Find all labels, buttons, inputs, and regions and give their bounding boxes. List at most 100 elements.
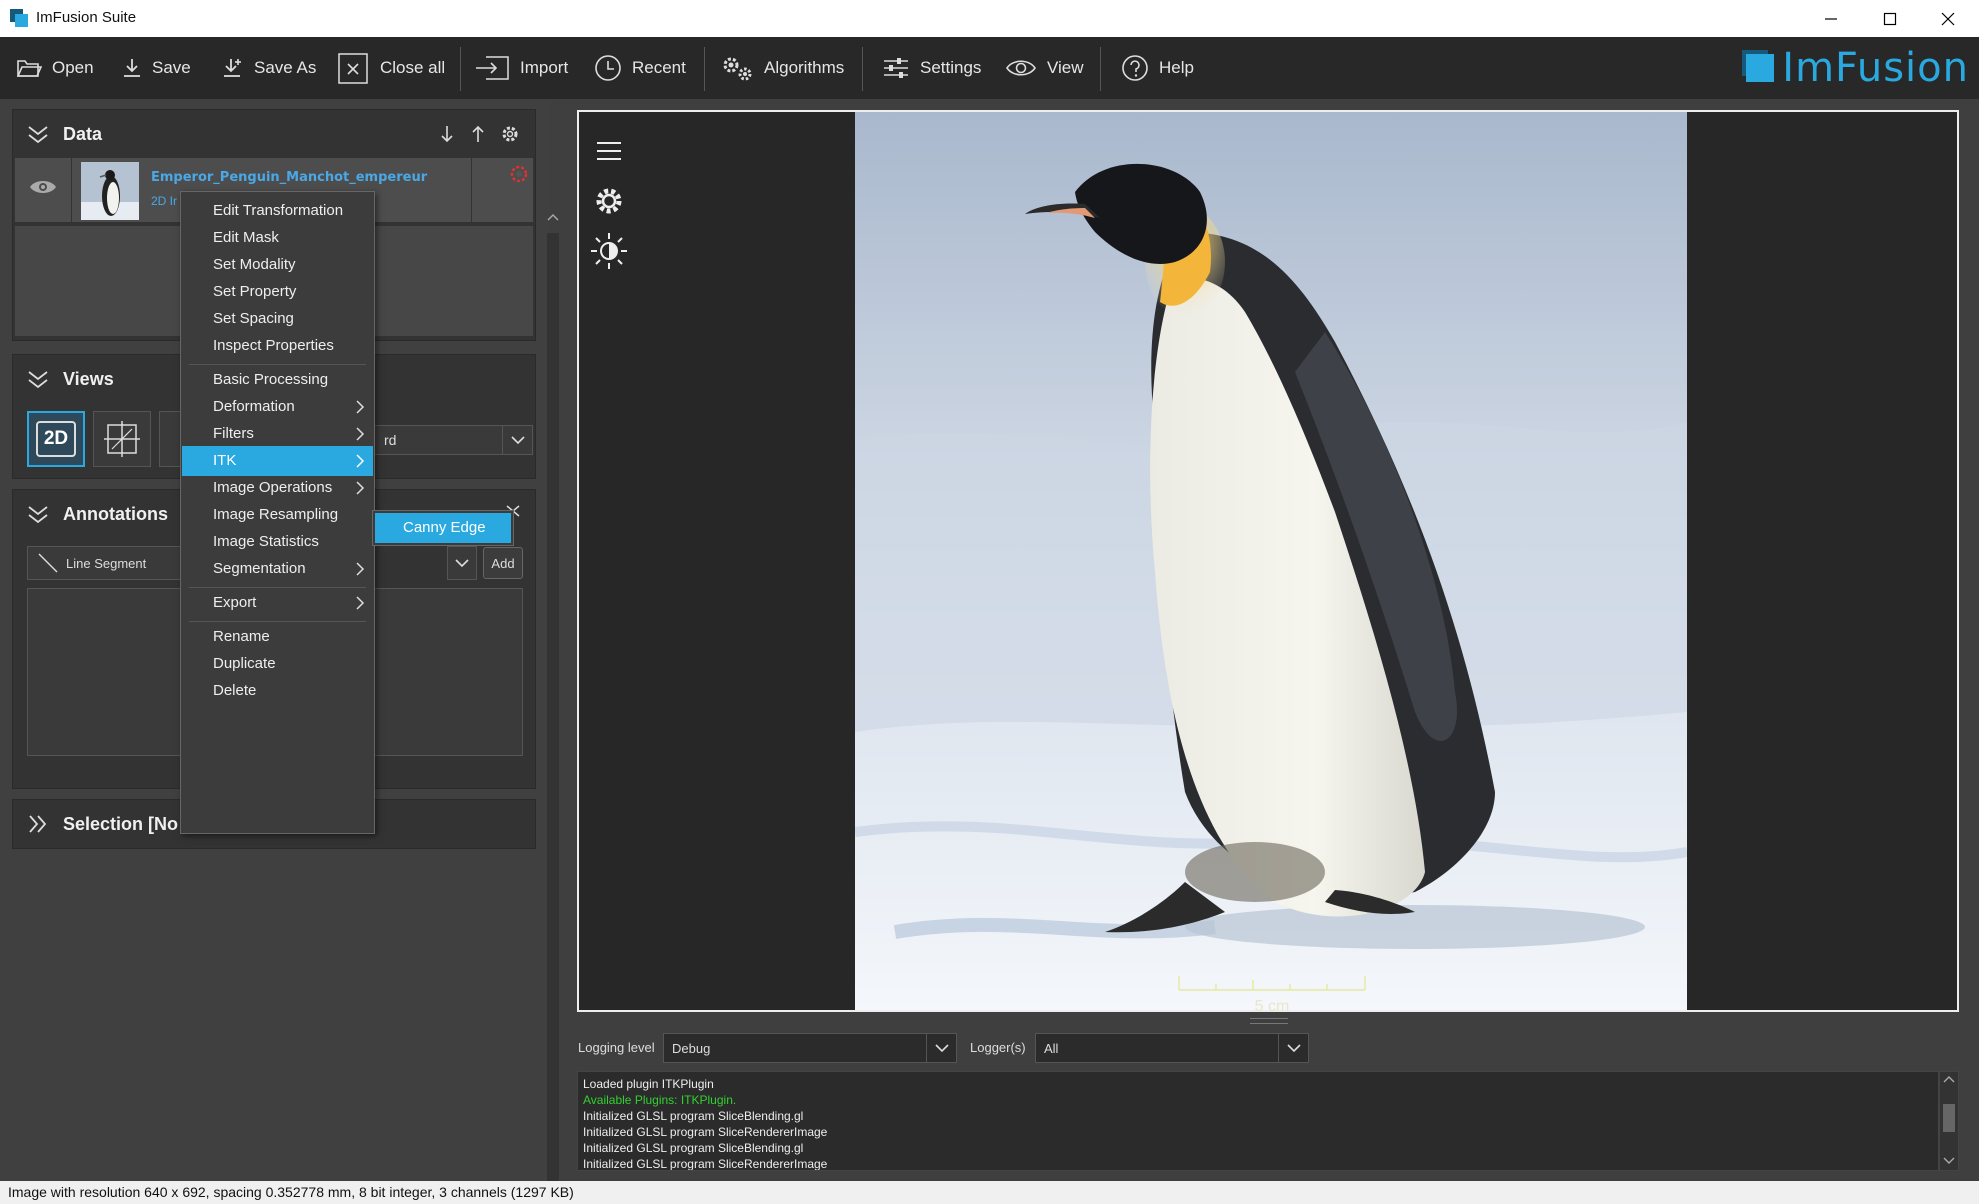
recent-label: Recent	[632, 58, 686, 77]
save-as-label: Save As	[254, 58, 317, 77]
scroll-up-icon[interactable]	[1940, 1072, 1958, 1086]
settings-label: Settings	[920, 58, 982, 77]
viewport-toolbar	[589, 126, 629, 276]
view-mpr-button[interactable]	[93, 411, 151, 467]
dropdown-button[interactable]	[926, 1034, 956, 1062]
import-icon	[476, 56, 509, 80]
scrollbar-thumb[interactable]	[1943, 1104, 1955, 1132]
view-layout-value: rd	[384, 432, 397, 448]
import-button[interactable]: Import	[474, 37, 568, 99]
toolbar-separator	[862, 47, 863, 91]
dropdown-button[interactable]	[502, 426, 532, 454]
collapse-chevron-icon[interactable]	[27, 369, 49, 389]
annotation-type-dropdown[interactable]	[447, 546, 477, 580]
move-up-icon[interactable]	[470, 124, 486, 144]
move-down-icon[interactable]	[439, 124, 455, 144]
chevron-down-icon	[1286, 1044, 1301, 1053]
left-panel-scrollbar[interactable]	[543, 209, 565, 1204]
gears-icon	[723, 57, 752, 81]
add-annotation-button[interactable]: Add	[483, 547, 523, 579]
save-as-button[interactable]: Save As	[222, 37, 316, 99]
image-viewport[interactable]: 5 cm	[577, 110, 1959, 1015]
menu-item-filters[interactable]: Filters	[182, 419, 373, 449]
menu-item-image-statistics[interactable]: Image Statistics	[182, 527, 373, 557]
view-2d-label: 2D	[36, 421, 76, 457]
collapse-chevron-icon[interactable]	[27, 124, 49, 144]
menu-item-basic-processing[interactable]: Basic Processing	[182, 365, 373, 395]
scroll-up-icon[interactable]	[543, 209, 563, 225]
expand-chevron-icon[interactable]	[27, 814, 49, 834]
recent-button[interactable]: Recent	[594, 37, 686, 99]
row-divider	[471, 158, 472, 222]
menu-item-inspect-properties[interactable]: Inspect Properties	[182, 331, 373, 361]
maximize-button[interactable]	[1862, 0, 1918, 37]
logging-level-select[interactable]: Debug	[663, 1033, 957, 1063]
save-label: Save	[152, 58, 191, 77]
menu-item-label: Set Property	[213, 283, 297, 300]
loggers-select[interactable]: All	[1035, 1033, 1309, 1063]
app-window: ImFusion Suite Open Save Save As Close a…	[0, 0, 1979, 1204]
scrollbar-track[interactable]	[547, 233, 559, 1195]
chevron-down-icon	[934, 1044, 949, 1053]
save-as-icon	[224, 59, 241, 77]
loggers-label: Logger(s)	[970, 1040, 1026, 1055]
viewport-log-splitter[interactable]	[1250, 1018, 1288, 1024]
viewport-settings-button[interactable]	[589, 176, 629, 226]
menu-item-label: Export	[213, 594, 257, 611]
close-all-button[interactable]: Close all	[338, 37, 445, 99]
menu-item-edit-mask[interactable]: Edit Mask	[182, 223, 373, 253]
menu-item-deformation[interactable]: Deformation	[182, 392, 373, 422]
menu-item-itk[interactable]: ITK	[182, 446, 373, 476]
logging-level-value: Debug	[672, 1041, 711, 1056]
menu-item-set-modality[interactable]: Set Modality	[182, 250, 373, 280]
settings-button[interactable]: Settings	[882, 37, 981, 99]
save-button[interactable]: Save	[122, 37, 191, 99]
menu-item-image-resampling[interactable]: Image Resampling	[182, 500, 373, 530]
gear-icon[interactable]	[500, 124, 520, 144]
menu-item-set-property[interactable]: Set Property	[182, 277, 373, 307]
collapse-chevron-icon[interactable]	[27, 504, 49, 524]
color-wheel-icon[interactable]	[509, 164, 529, 184]
log-line: Initialized GLSL program SliceBlending.g…	[583, 1141, 804, 1155]
menu-item-canny-edge[interactable]: Canny Edge	[375, 513, 511, 543]
logo-square	[1746, 54, 1775, 82]
viewport-menu-button[interactable]	[589, 126, 629, 176]
menu-item-export[interactable]: Export	[182, 588, 373, 618]
menu-item-segmentation[interactable]: Segmentation	[182, 554, 373, 584]
dropdown-button[interactable]	[1278, 1034, 1308, 1062]
menu-item-set-spacing[interactable]: Set Spacing	[182, 304, 373, 334]
menu-item-label: Delete	[213, 682, 257, 699]
toolbar-separator	[1100, 47, 1101, 91]
help-button[interactable]: Help	[1121, 37, 1194, 99]
row-divider	[71, 158, 72, 222]
annotations-panel-title: Annotations	[63, 503, 168, 524]
algorithms-button[interactable]: Algorithms	[720, 37, 844, 99]
menu-item-edit-transformation[interactable]: Edit Transformation	[182, 196, 373, 226]
data-context-menu: Edit Transformation Edit Mask Set Modali…	[180, 191, 375, 834]
eye-icon[interactable]	[29, 178, 57, 196]
scale-label: 5 cm	[1254, 998, 1290, 1015]
window-title: ImFusion Suite	[36, 9, 137, 26]
menu-item-delete[interactable]: Delete	[182, 676, 373, 706]
chevron-down-icon	[510, 436, 525, 445]
log-output[interactable]: Loaded plugin ITKPlugin Available Plugin…	[577, 1071, 1939, 1171]
log-scrollbar[interactable]	[1939, 1071, 1959, 1171]
view-layout-select[interactable]: rd	[373, 425, 533, 455]
menu-item-label: Inspect Properties	[213, 337, 334, 354]
algorithms-label: Algorithms	[764, 58, 845, 77]
menu-item-rename[interactable]: Rename	[182, 622, 373, 652]
scroll-down-icon[interactable]	[1940, 1154, 1958, 1168]
submenu-arrow-icon	[356, 481, 365, 495]
menu-item-duplicate[interactable]: Duplicate	[182, 649, 373, 679]
menu-item-image-operations[interactable]: Image Operations	[182, 473, 373, 503]
open-button[interactable]: Open	[16, 37, 94, 99]
submenu-arrow-icon	[356, 454, 365, 468]
log-line: Available Plugins: ITKPlugin.	[583, 1093, 737, 1107]
minimize-button[interactable]	[1803, 0, 1859, 37]
submenu-arrow-icon	[356, 427, 365, 441]
data-panel-header[interactable]: Data	[13, 110, 535, 158]
view-button[interactable]: View	[1005, 37, 1084, 99]
view-2d-button[interactable]: 2D	[27, 411, 85, 467]
viewport-brightness-button[interactable]	[589, 226, 629, 276]
close-window-button[interactable]	[1920, 0, 1976, 37]
